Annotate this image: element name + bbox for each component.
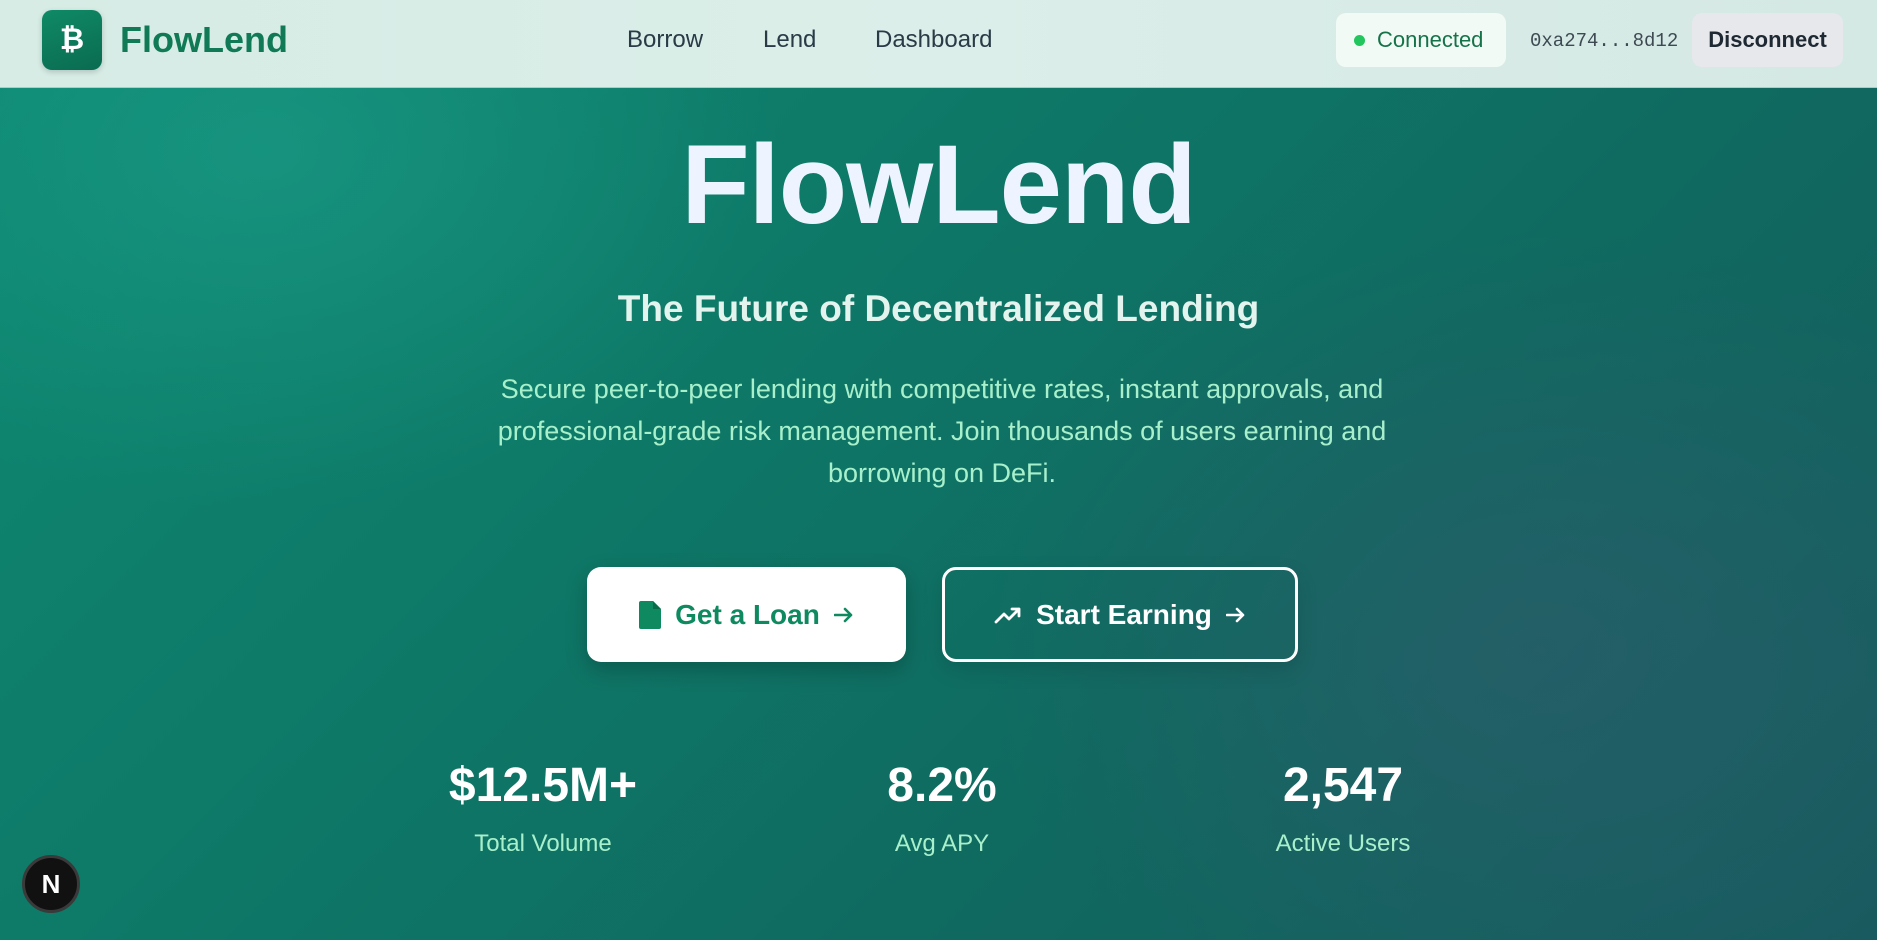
- stat-total-volume: $12.5M+ Total Volume: [413, 755, 673, 861]
- get-loan-button[interactable]: Get a Loan: [587, 567, 906, 662]
- start-earning-button[interactable]: Start Earning: [942, 567, 1298, 662]
- stat-active-users: 2,547 Active Users: [1213, 755, 1473, 861]
- trending-up-icon: [994, 605, 1022, 625]
- stat-label: Total Volume: [474, 830, 612, 857]
- nav-borrow-link[interactable]: Borrow: [627, 24, 703, 56]
- nav-dashboard-link[interactable]: Dashboard: [875, 24, 992, 56]
- bitcoin-logo-icon[interactable]: ₿: [42, 10, 102, 70]
- disconnect-button[interactable]: Disconnect: [1692, 13, 1843, 67]
- top-navbar: ₿ FlowLend Borrow Lend Dashboard Connect…: [0, 0, 1877, 88]
- document-icon: [639, 600, 662, 629]
- start-earning-label: Start Earning: [1036, 598, 1212, 630]
- status-dot-icon: [1354, 34, 1365, 46]
- connection-status-text: Connected: [1377, 27, 1484, 52]
- hero-description: Secure peer-to-peer lending with competi…: [497, 374, 1387, 488]
- get-loan-label: Get a Loan: [675, 598, 820, 630]
- arrow-right-icon: [1225, 606, 1246, 624]
- connection-status-badge: Connected: [1336, 13, 1506, 67]
- stat-value: 8.2%: [887, 759, 997, 812]
- stat-value: 2,547: [1282, 759, 1404, 812]
- stat-label: Avg APY: [894, 830, 990, 857]
- nav-lend-link[interactable]: Lend: [763, 24, 816, 56]
- dev-tools-badge[interactable]: N: [22, 855, 80, 913]
- hero-title: FlowLend: [681, 122, 1197, 247]
- brand-name[interactable]: FlowLend: [120, 18, 288, 62]
- wallet-address: 0xa274...8d12: [1530, 30, 1679, 52]
- arrow-right-icon: [833, 606, 854, 624]
- stat-avg-apy: 8.2% Avg APY: [812, 755, 1072, 861]
- hero-subtitle: The Future of Decentralized Lending: [617, 288, 1260, 329]
- stat-value: $12.5M+: [448, 759, 638, 812]
- stat-label: Active Users: [1275, 830, 1411, 857]
